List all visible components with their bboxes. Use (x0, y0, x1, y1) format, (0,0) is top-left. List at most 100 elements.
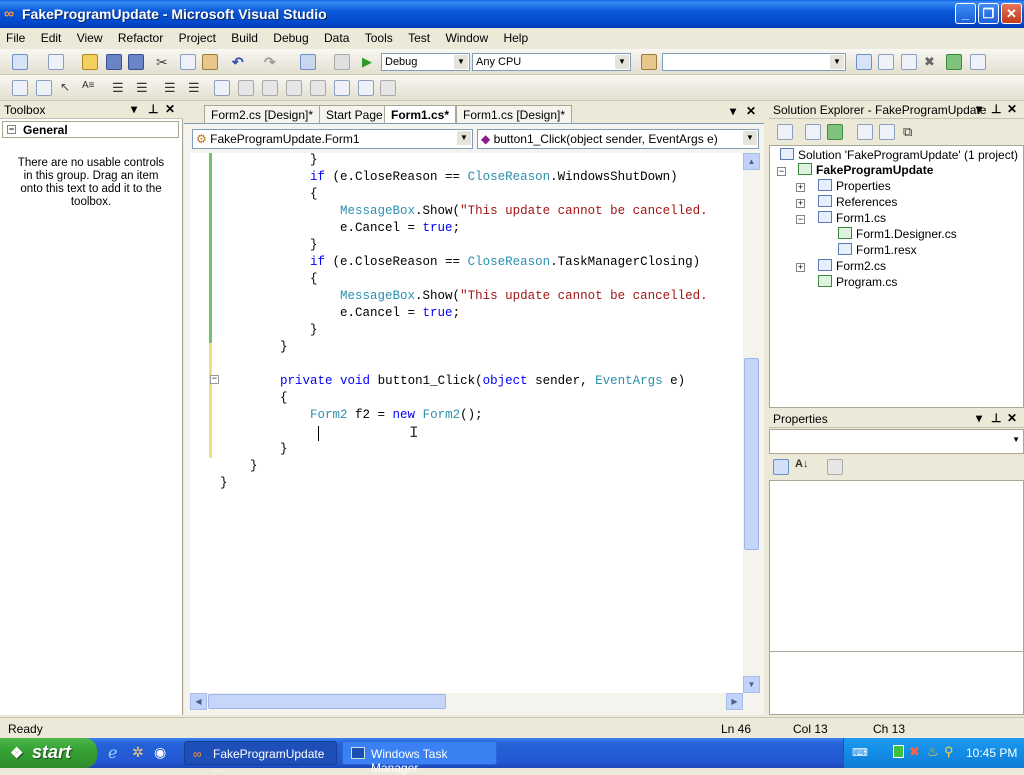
next-bookmark-document-icon[interactable] (358, 80, 374, 96)
tree-references[interactable]: References (818, 195, 897, 209)
scroll-right-icon[interactable]: ▶ (726, 693, 743, 710)
window-position-icon[interactable]: ▾ (131, 102, 137, 116)
expand-icon[interactable]: + (796, 183, 805, 192)
code-line[interactable]: { (220, 390, 288, 407)
tab-start-page[interactable]: Start Page (319, 105, 390, 123)
tree-form1-resx[interactable]: Form1.resx (838, 243, 917, 257)
toggle-bookmark-icon[interactable] (214, 80, 230, 96)
taskbar-item-task-manager[interactable]: Windows Task Manager (342, 741, 497, 775)
security-icon[interactable]: ✖ (909, 744, 920, 760)
add-item-icon[interactable] (48, 54, 64, 70)
window-position-icon[interactable]: ▾ (976, 411, 982, 425)
code-line[interactable]: { (220, 271, 318, 288)
increase-indent-icon[interactable]: ☰ (136, 80, 152, 96)
scroll-left-icon[interactable]: ◀ (190, 693, 207, 710)
command-window-icon[interactable] (970, 54, 986, 70)
code-line[interactable]: } (220, 458, 258, 475)
maximize-button[interactable]: ❐ (978, 3, 999, 24)
menu-edit[interactable]: Edit (35, 28, 68, 45)
tree-program-cs[interactable]: Program.cs (818, 275, 897, 289)
code-line[interactable]: } (220, 322, 318, 339)
start-page-icon[interactable] (946, 54, 962, 70)
code-line[interactable]: MessageBox.Show("This update cannot be c… (220, 288, 708, 305)
expand-icon[interactable]: + (796, 263, 805, 272)
properties-window-icon[interactable] (901, 54, 917, 70)
code-line[interactable]: e.Cancel = true; (220, 305, 460, 322)
tree-form1-cs[interactable]: Form1.cs (818, 211, 886, 225)
navigate-forward-icon[interactable] (334, 54, 350, 70)
view-class-diagram-icon[interactable]: ⧉ (903, 124, 919, 140)
collapse-icon[interactable]: − (777, 167, 786, 176)
code-line[interactable]: } (220, 441, 288, 458)
menu-file[interactable]: File (0, 28, 31, 45)
quick-info-icon[interactable]: ↖ (60, 80, 76, 96)
refresh-icon[interactable] (827, 124, 843, 140)
code-line[interactable]: } (220, 475, 228, 492)
close-icon[interactable]: ✕ (1007, 411, 1017, 425)
save-icon[interactable] (106, 54, 122, 70)
pin-icon[interactable]: ⊥ (991, 411, 1001, 425)
uncomment-icon[interactable]: ☰ (188, 80, 204, 96)
menu-build[interactable]: Build (225, 28, 264, 45)
open-file-icon[interactable] (82, 54, 98, 70)
code-line[interactable]: { (220, 186, 318, 203)
code-line[interactable]: private void button1_Click(object sender… (220, 373, 685, 390)
code-line[interactable]: Form2 f2 = new Form2(); (220, 407, 483, 424)
vertical-scrollbar[interactable]: ▲ ▼ (743, 153, 760, 693)
code-line[interactable]: if (e.CloseReason == CloseReason.Windows… (220, 169, 678, 186)
minimize-button[interactable]: _ (955, 3, 976, 24)
solution-explorer-icon[interactable] (878, 54, 894, 70)
view-designer-icon[interactable] (879, 124, 895, 140)
code-line[interactable]: } (220, 153, 318, 169)
close-document-icon[interactable]: ✕ (746, 104, 756, 118)
clock[interactable]: 10:45 PM (966, 746, 1017, 760)
decrease-indent-icon[interactable]: ☰ (112, 80, 128, 96)
navigate-backward-icon[interactable] (300, 54, 316, 70)
member-selector[interactable]: ◆ button1_Click(object sender, EventArgs… (477, 129, 759, 149)
categorized-icon[interactable] (773, 459, 789, 475)
horizontal-scrollbar[interactable]: ◀ ▶ (190, 693, 743, 710)
tab-form1-design[interactable]: Form1.cs [Design]* (456, 105, 573, 123)
scroll-thumb[interactable] (208, 694, 446, 709)
tab-form1-code[interactable]: Form1.cs* (384, 105, 457, 123)
close-button[interactable]: ✕ (1001, 3, 1022, 24)
find-in-files-icon[interactable] (641, 54, 657, 70)
scroll-down-icon[interactable]: ▼ (743, 676, 760, 693)
solution-configuration-select[interactable]: Debug ▼ (381, 53, 470, 71)
find-combo[interactable]: ▼ (662, 53, 846, 71)
search-icon[interactable]: ⚲ (944, 744, 954, 760)
window-position-icon[interactable]: ▾ (976, 102, 982, 116)
tree-solution[interactable]: Solution 'FakeProgramUpdate' (1 project) (780, 148, 1018, 162)
menu-debug[interactable]: Debug (267, 28, 314, 45)
solution-platform-select[interactable]: Any CPU ▼ (472, 53, 631, 71)
menu-window[interactable]: Window (439, 28, 494, 45)
property-pages-icon[interactable] (827, 459, 843, 475)
menu-help[interactable]: Help (497, 28, 534, 45)
menu-tools[interactable]: Tools (359, 28, 399, 45)
task-manager-cpu-icon[interactable] (893, 745, 904, 758)
start-debugging-icon[interactable]: ▶ (362, 54, 378, 70)
previous-bookmark-icon[interactable] (238, 80, 254, 96)
desktop-icon[interactable]: ◉ (154, 744, 166, 761)
scroll-up-icon[interactable]: ▲ (743, 153, 760, 170)
find-icon[interactable] (856, 54, 872, 70)
code-line[interactable] (220, 424, 310, 441)
copy-icon[interactable] (180, 54, 196, 70)
internet-explorer-icon[interactable]: ℯ (108, 743, 117, 763)
close-icon[interactable]: ✕ (165, 102, 175, 116)
collapse-region-icon[interactable]: − (210, 375, 219, 384)
toolbox-icon[interactable]: ✖ (924, 54, 940, 70)
active-files-icon[interactable]: ▾ (730, 104, 736, 118)
keyboard-icon[interactable]: ⌨ (852, 746, 868, 759)
complete-word-icon[interactable]: A≡ (82, 80, 98, 96)
object-members-icon[interactable] (12, 80, 28, 96)
cut-icon[interactable]: ✂ (156, 54, 172, 70)
next-bookmark-icon[interactable] (262, 80, 278, 96)
title-bar[interactable]: ∞ FakeProgramUpdate - Microsoft Visual S… (0, 0, 1024, 28)
menu-test[interactable]: Test (402, 28, 436, 45)
toolbox-empty-message[interactable]: There are no usable controls in this gro… (12, 157, 170, 209)
pin-icon[interactable]: ⊥ (991, 102, 1001, 116)
parameter-info-icon[interactable] (36, 80, 52, 96)
menu-project[interactable]: Project (173, 28, 222, 45)
properties-icon[interactable] (777, 124, 793, 140)
